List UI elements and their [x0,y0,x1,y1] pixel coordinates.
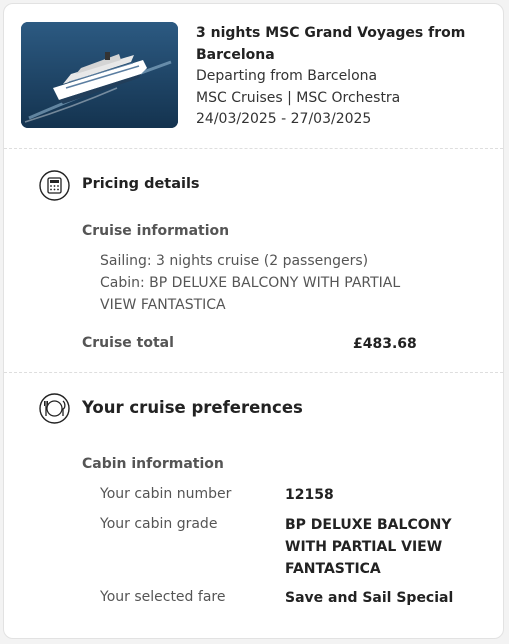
cruise-dates: 24/03/2025 - 27/03/2025 [196,111,372,127]
cabin-info: Cabin: BP DELUXE BALCONY WITH PARTIAL VI… [100,275,401,313]
cabin-number-label: Your cabin number [100,486,232,502]
cruise-preferences-heading: Your cruise preferences [82,398,303,417]
pricing-details-section: Pricing details Cruise information Saili… [4,149,503,373]
cruise-preferences-section: Your cruise preferences Cabin informatio… [4,373,503,638]
cabin-grade-label: Your cabin grade [100,516,218,532]
cruise-total-label: Cruise total [82,335,174,351]
dining-plate-icon [39,393,70,424]
booking-summary-card: 3 nights MSC Grand Voyages from Barcelon… [3,3,504,639]
cruise-line-ship: MSC Cruises | MSC Orchestra [196,89,401,106]
selected-fare-label: Your selected fare [100,589,226,605]
cabin-number-value: 12158 [285,487,334,503]
cruise-information-heading: Cruise information [82,223,230,239]
cabin-information-heading: Cabin information [82,456,224,472]
cruise-title: 3 nights MSC Grand Voyages from Barcelon… [196,25,466,63]
sailing-info: Sailing: 3 nights cruise (2 passengers) [100,253,369,269]
booking-header: 3 nights MSC Grand Voyages from Barcelon… [4,4,503,149]
booking-summary-text: 3 nights MSC Grand Voyages from Barcelon… [196,23,486,131]
cruise-total-value: £483.68 [353,336,417,352]
departure-port: Departing from Barcelona [196,68,378,84]
pricing-details-heading: Pricing details [82,176,200,192]
selected-fare-value: Save and Sail Special [285,590,454,606]
cruise-ship-icon [21,22,178,128]
cabin-grade-value: BP DELUXE BALCONY WITH PARTIAL VIEW FANT… [285,517,452,577]
cruise-ship-image [21,22,178,128]
calculator-icon [39,170,70,201]
